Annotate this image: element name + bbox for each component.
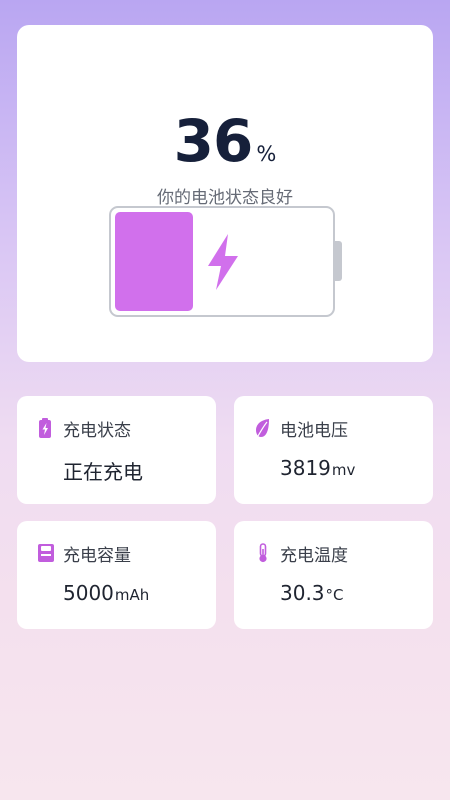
percent-value: 36	[173, 107, 254, 175]
battery-percentage: 36%	[17, 107, 433, 175]
tile-label: 充电温度	[280, 546, 348, 566]
tile-label: 充电状态	[63, 421, 131, 441]
sd-card-icon	[38, 544, 54, 562]
leaf-icon	[256, 419, 269, 437]
battery-charging-icon	[39, 418, 51, 438]
tile-value: 3819mv	[280, 456, 356, 480]
battery-status-text: 你的电池状态良好	[157, 188, 293, 208]
thermometer-icon	[259, 543, 267, 563]
tile-value: 正在充电	[63, 460, 143, 484]
battery-terminal	[334, 241, 342, 281]
charge-status-tile: 充电状态 正在充电	[17, 396, 216, 504]
tile-value: 5000mAh	[63, 581, 150, 605]
temperature-tile: 充电温度 30.3°C	[234, 521, 433, 629]
capacity-tile: 充电容量 5000mAh	[17, 521, 216, 629]
battery-card: 36% 你的电池状态良好	[17, 25, 433, 362]
tile-label: 充电容量	[63, 546, 131, 566]
lightning-bolt-icon	[208, 234, 238, 290]
tile-value: 30.3°C	[280, 581, 344, 605]
percent-sign: %	[256, 142, 277, 166]
battery-graphic	[109, 206, 335, 317]
battery-fill-level	[115, 212, 193, 311]
voltage-tile: 电池电压 3819mv	[234, 396, 433, 504]
tile-label: 电池电压	[280, 421, 348, 441]
